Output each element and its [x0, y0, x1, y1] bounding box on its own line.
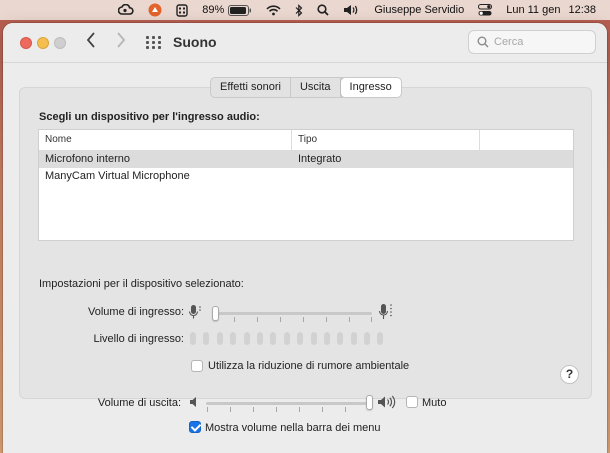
tab-ingresso[interactable]: Ingresso	[339, 78, 401, 97]
menubar-time[interactable]: 12:38	[568, 4, 596, 16]
device-name: ManyCam Virtual Microphone	[45, 170, 190, 182]
forward-button[interactable]	[116, 32, 126, 52]
column-header-type[interactable]: Tipo	[292, 130, 480, 150]
input-level-label: Livello di ingresso:	[93, 333, 185, 345]
output-volume-label: Volume di uscita:	[97, 397, 181, 409]
help-button[interactable]: ?	[560, 365, 579, 384]
device-type	[292, 168, 480, 185]
close-button[interactable]	[20, 37, 32, 49]
device-type: Integrato	[298, 153, 342, 165]
input-volume-knob[interactable]	[212, 306, 220, 321]
battery-icon	[228, 4, 252, 16]
search-field[interactable]	[468, 30, 596, 54]
menu-bar: 89% Giuseppe Servidio Lun 11 gen 12:38	[0, 0, 610, 20]
show-all-grid-icon[interactable]	[146, 36, 162, 50]
sound-tabs: Effetti sonori Uscita Ingresso	[210, 77, 402, 98]
chevron-left-icon	[86, 32, 95, 48]
input-panel: Scegli un dispositivo per l'ingresso aud…	[19, 87, 592, 399]
battery-percent: 89%	[202, 4, 225, 16]
sound-preferences-window: Suono Effetti sonori Uscita Ingresso Sce…	[3, 23, 607, 453]
device-settings-heading: Impostazioni per il dispositivo selezion…	[39, 278, 244, 290]
column-header-empty	[480, 130, 573, 150]
input-volume-label: Volume di ingresso:	[88, 306, 184, 318]
tab-uscita[interactable]: Uscita	[291, 78, 341, 97]
device-name: Microfono interno	[45, 153, 130, 165]
input-level-meter	[190, 332, 391, 345]
menubar-user[interactable]: Giuseppe Servidio	[374, 4, 464, 16]
search-icon	[477, 36, 489, 48]
notes-app-icon[interactable]	[176, 3, 188, 17]
creative-cloud-icon[interactable]	[118, 4, 134, 16]
back-button[interactable]	[86, 32, 96, 52]
show-volume-checkbox[interactable]	[189, 421, 201, 433]
mute-label[interactable]: Muto	[422, 397, 446, 409]
output-volume-knob[interactable]	[366, 395, 373, 410]
column-header-name[interactable]: Nome	[39, 130, 292, 150]
title-bar: Suono	[3, 23, 607, 63]
chevron-right-icon	[117, 32, 126, 48]
speaker-low-icon	[190, 397, 196, 407]
table-row[interactable]: ManyCam Virtual Microphone	[39, 168, 573, 185]
minimize-button[interactable]	[37, 37, 49, 49]
search-input[interactable]	[494, 36, 584, 48]
battery-status[interactable]: 89%	[202, 4, 252, 16]
spotlight-search-icon[interactable]	[317, 4, 329, 16]
wifi-icon[interactable]	[266, 4, 281, 16]
mute-checkbox[interactable]	[406, 396, 418, 408]
noise-reduction-label[interactable]: Utilizza la riduzione di rumore ambienta…	[208, 360, 409, 372]
speaker-high-icon	[378, 395, 396, 409]
microphone-high-icon	[378, 304, 392, 319]
volume-menu-icon[interactable]	[343, 4, 360, 16]
bluetooth-icon[interactable]	[295, 3, 303, 17]
microphone-low-icon	[188, 305, 201, 319]
table-header: Nome Tipo	[39, 130, 573, 151]
input-device-table: Nome Tipo Microfono interno Integrato Ma…	[38, 129, 574, 241]
noise-reduction-checkbox[interactable]	[191, 360, 203, 372]
menubar-date[interactable]: Lun 11 gen	[506, 4, 560, 16]
show-volume-label[interactable]: Mostra volume nella barra dei menu	[205, 422, 380, 434]
window-title: Suono	[173, 34, 217, 50]
app-status-icon[interactable]	[148, 3, 162, 17]
control-center-icon[interactable]	[478, 4, 493, 16]
zoom-button[interactable]	[54, 37, 66, 49]
table-row[interactable]: Microfono interno Integrato	[39, 151, 573, 168]
input-device-heading: Scegli un dispositivo per l'ingresso aud…	[39, 111, 260, 123]
tab-effetti-sonori[interactable]: Effetti sonori	[211, 78, 291, 97]
